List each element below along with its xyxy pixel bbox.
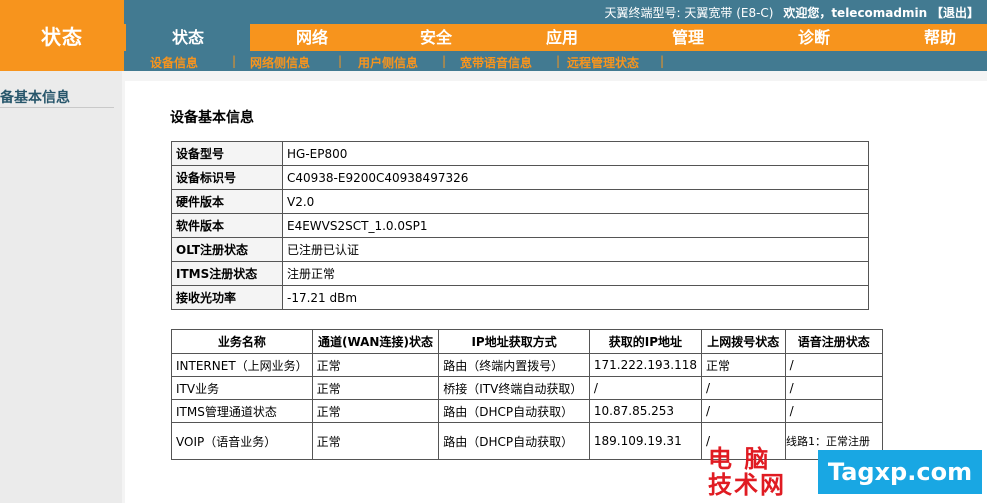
table-cell: /: [784, 353, 884, 377]
watermark-domain: Tagxp.com: [818, 450, 982, 494]
info-key: 接收光功率: [171, 285, 283, 310]
account-info: 天翼终端型号: 天翼宽带 (E8-C) 欢迎您，telecomadmin 【退出…: [605, 4, 979, 21]
info-key: 硬件版本: [171, 189, 283, 214]
table-row: 接收光功率 -17.21 dBm: [171, 285, 869, 310]
sidebar-item-device-basic-info[interactable]: 备基本信息: [0, 87, 114, 108]
table-cell: 正常: [311, 399, 440, 423]
subnav-separator: |: [232, 54, 237, 68]
column-header: 通道(WAN连接)状态: [311, 329, 440, 354]
table-cell: /: [784, 376, 884, 400]
table-cell: ITV业务: [171, 376, 313, 400]
device-info-table: 设备型号 HG-EP800 设备标识号 C40938-E9200C409384973…: [171, 141, 869, 310]
subnav-separator: |: [442, 54, 447, 68]
table-row: ITMS注册状态 注册正常: [171, 261, 869, 286]
table-cell: 正常: [700, 353, 786, 377]
brand-block: 状态: [0, 0, 124, 71]
table-row: OLT注册状态 已注册已认证: [171, 237, 869, 262]
sidebar-divider: [122, 71, 125, 503]
subnav-separator: |: [338, 54, 343, 68]
subnav-voice-info[interactable]: 宽带语音信息: [460, 54, 532, 71]
table-row: INTERNET（上网业务） 正常 路由（终端内置拨号） 171.222.193…: [171, 353, 884, 377]
watermark-logo: 电 脑 技术网 Tagxp.com: [700, 440, 987, 503]
device-model-text: 天翼终端型号: 天翼宽带 (E8-C): [604, 6, 774, 20]
subnav-separator: |: [556, 54, 561, 68]
watermark-line1: 电 脑: [708, 445, 771, 473]
table-cell: 路由（终端内置拨号）: [438, 353, 590, 377]
column-header: 业务名称: [171, 329, 313, 354]
info-value: 已注册已认证: [282, 237, 869, 262]
table-cell: 171.222.193.118: [588, 353, 702, 377]
table-row: ITV业务 正常 桥接（ITV终端自动获取） / / /: [171, 376, 884, 400]
table-cell: /: [700, 399, 786, 423]
column-header: 语音注册状态: [784, 329, 884, 354]
info-key: 设备标识号: [171, 165, 283, 190]
tab-application[interactable]: 应用: [500, 24, 624, 51]
section-title: 设备基本信息: [170, 110, 254, 126]
watermark-cn-text: 电 脑 技术网: [708, 446, 786, 498]
table-cell: 正常: [311, 422, 440, 460]
table-cell: 路由（DHCP自动获取）: [438, 399, 590, 423]
table-cell: /: [588, 376, 702, 400]
tab-security[interactable]: 安全: [374, 24, 498, 51]
table-cell: /: [784, 399, 884, 423]
brand-title: 状态: [41, 25, 83, 49]
subnav-device-info[interactable]: 设备信息: [150, 54, 198, 71]
table-cell: INTERNET（上网业务）: [171, 353, 313, 377]
table-cell: /: [700, 376, 786, 400]
content-top-strip: [125, 71, 987, 81]
info-key: ITMS注册状态: [171, 261, 283, 286]
column-header: IP地址获取方式: [438, 329, 590, 354]
tab-help[interactable]: 帮助: [878, 24, 987, 51]
info-value: C40938-E9200C40938497326: [282, 165, 869, 190]
table-header-row: 业务名称 通道(WAN连接)状态 IP地址获取方式 获取的IP地址 上网拨号状态…: [171, 329, 884, 354]
subnav-network-side-info[interactable]: 网络侧信息: [250, 54, 310, 71]
table-cell: 189.109.19.31: [588, 422, 702, 460]
info-key: 软件版本: [171, 213, 283, 238]
info-value: -17.21 dBm: [282, 285, 869, 310]
table-row: 软件版本 E4EWVS2SCT_1.0.0SP1: [171, 213, 869, 238]
main-nav: 状态 网络 安全 应用 管理 诊断 帮助: [124, 24, 987, 51]
table-cell: VOIP（语音业务）: [171, 422, 313, 460]
table-row: 硬件版本 V2.0: [171, 189, 869, 214]
table-row: 设备标识号 C40938-E9200C40938497326: [171, 165, 869, 190]
watermark-line2: 技术网: [708, 471, 786, 499]
info-value: 注册正常: [282, 261, 869, 286]
table-cell: 路由（DHCP自动获取）: [438, 422, 590, 460]
subnav-separator: |: [660, 54, 665, 68]
info-key: OLT注册状态: [171, 237, 283, 262]
tab-status[interactable]: 状态: [126, 24, 250, 51]
table-cell: 10.87.85.253: [588, 399, 702, 423]
subnav-user-side-info[interactable]: 用户侧信息: [358, 54, 418, 71]
sidebar: 备基本信息: [0, 71, 122, 503]
table-cell: 正常: [311, 353, 440, 377]
table-cell: 正常: [311, 376, 440, 400]
table-row: 设备型号 HG-EP800: [171, 141, 869, 166]
tab-network[interactable]: 网络: [250, 24, 374, 51]
table-cell: 桥接（ITV终端自动获取）: [438, 376, 590, 400]
column-header: 获取的IP地址: [588, 329, 702, 354]
table-row: ITMS管理通道状态 正常 路由（DHCP自动获取） 10.87.85.253 …: [171, 399, 884, 423]
info-key: 设备型号: [171, 141, 283, 166]
tab-management[interactable]: 管理: [626, 24, 750, 51]
logout-link[interactable]: 【退出】: [931, 6, 979, 20]
welcome-text: 欢迎您，telecomadmin: [783, 6, 928, 20]
column-header: 上网拨号状态: [700, 329, 786, 354]
info-value: HG-EP800: [282, 141, 869, 166]
sub-nav: 设备信息 | 网络侧信息 | 用户侧信息 | 宽带语音信息 | 远程管理状态 |: [124, 51, 987, 71]
subnav-remote-mgmt-status[interactable]: 远程管理状态: [567, 54, 639, 71]
table-cell: ITMS管理通道状态: [171, 399, 313, 423]
info-value: V2.0: [282, 189, 869, 214]
tab-diagnostics[interactable]: 诊断: [752, 24, 876, 51]
info-value: E4EWVS2SCT_1.0.0SP1: [282, 213, 869, 238]
top-info-bar: 天翼终端型号: 天翼宽带 (E8-C) 欢迎您，telecomadmin 【退出…: [124, 0, 987, 24]
